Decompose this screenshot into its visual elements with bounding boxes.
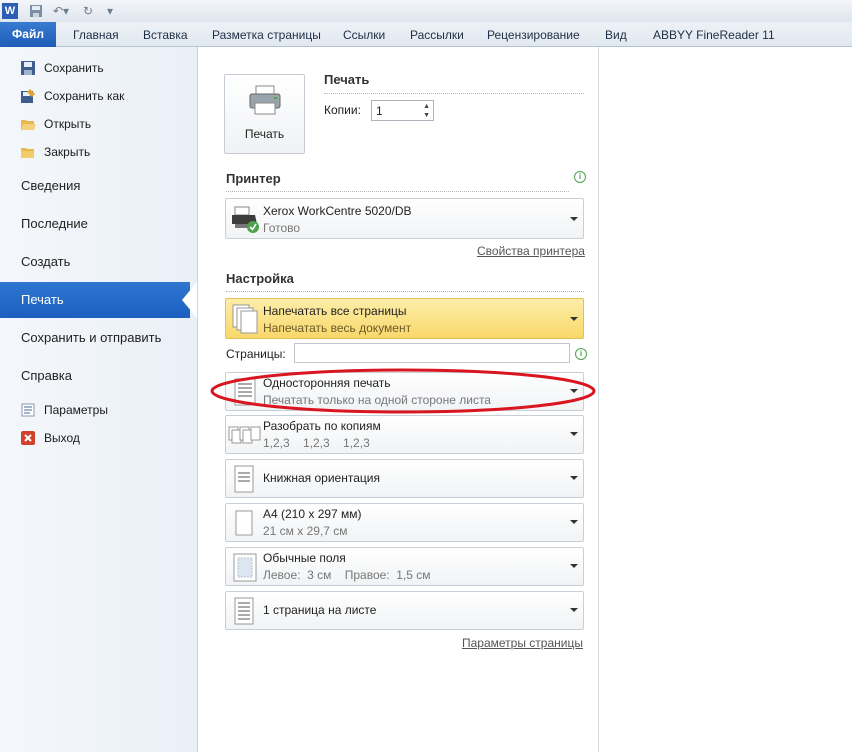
margins-icon <box>233 553 257 582</box>
pages-per-sheet-select[interactable]: 1 страница на листе <box>225 591 584 630</box>
margins-subtitle: Левое: 3 см Правое: 1,5 см <box>263 568 431 582</box>
copies-spinner[interactable]: ▲ ▼ <box>423 102 430 120</box>
collate-title: Разобрать по копиям <box>263 419 381 433</box>
nav-exit[interactable]: Выход <box>20 428 80 448</box>
margins-select[interactable]: Обычные поля Левое: 3 см Правое: 1,5 см <box>225 547 584 586</box>
pages-per-sheet-title: 1 страница на листе <box>263 603 377 617</box>
chevron-down-icon <box>570 564 578 568</box>
nav-print-label: Печать <box>21 292 64 307</box>
printer-icon <box>249 85 281 115</box>
portrait-icon <box>234 465 254 493</box>
tab-file[interactable]: Файл <box>0 22 56 47</box>
tab-page-layout[interactable]: Разметка страницы <box>212 22 321 46</box>
nav-open[interactable]: Открыть <box>20 114 91 134</box>
chevron-down-icon <box>570 217 578 221</box>
tab-review[interactable]: Рецензирование <box>487 22 580 46</box>
nav-options-label: Параметры <box>44 403 108 417</box>
chevron-down-icon <box>570 317 578 321</box>
title-bar: W ↶▾ ↻ ▾ <box>0 0 852 22</box>
info-icon[interactable]: i <box>575 348 587 360</box>
save-icon <box>20 60 36 76</box>
save-icon[interactable] <box>28 3 44 19</box>
backstage-nav: Сохранить Сохранить как Открыть Закрыть … <box>0 47 198 752</box>
orientation-select[interactable]: Книжная ориентация <box>225 459 584 498</box>
chevron-down-icon <box>570 432 578 436</box>
nav-save-as[interactable]: Сохранить как <box>20 86 124 106</box>
pages-icon <box>232 304 258 334</box>
nav-recent[interactable]: Последние <box>21 216 88 231</box>
margins-title: Обычные поля <box>263 551 346 565</box>
collate-select[interactable]: Разобрать по копиям 1,2,3 1,2,3 1,2,3 <box>225 415 584 454</box>
print-section-title: Печать <box>324 72 370 87</box>
collate-subtitle: 1,2,3 1,2,3 1,2,3 <box>263 436 370 450</box>
page-setup-link[interactable]: Параметры страницы <box>462 636 583 650</box>
orientation-title: Книжная ориентация <box>263 471 380 485</box>
tab-references[interactable]: Ссылки <box>343 22 385 46</box>
tab-insert[interactable]: Вставка <box>143 22 188 46</box>
print-button-label: Печать <box>244 127 285 141</box>
tab-abbyy[interactable]: ABBYY FineReader 11 <box>653 22 775 46</box>
paper-size-title: A4 (210 x 297 мм) <box>263 507 362 521</box>
nav-save-label: Сохранить <box>44 61 104 75</box>
printer-properties-link[interactable]: Свойства принтера <box>477 244 585 258</box>
pages-per-sheet-icon <box>234 597 254 625</box>
undo-icon[interactable]: ↶▾ <box>50 3 72 19</box>
tab-mailings[interactable]: Рассылки <box>410 22 464 46</box>
print-button[interactable]: Печать <box>224 74 305 154</box>
nav-new[interactable]: Создать <box>21 254 70 269</box>
print-range-subtitle: Напечатать весь документ <box>263 321 412 335</box>
close-folder-icon <box>20 144 36 160</box>
divider <box>226 191 569 192</box>
printer-section-title: Принтер <box>226 171 281 186</box>
options-icon <box>20 402 36 418</box>
nav-help[interactable]: Справка <box>21 368 72 383</box>
tab-view[interactable]: Вид <box>605 22 627 46</box>
nav-print-pointer <box>182 282 197 318</box>
print-preview-area <box>599 47 852 752</box>
paper-size-subtitle: 21 см x 29,7 см <box>263 524 348 538</box>
copies-input[interactable]: 1 ▲ ▼ <box>371 100 434 121</box>
nav-exit-label: Выход <box>44 431 80 445</box>
print-range-select[interactable]: Напечатать все страницы Напечатать весь … <box>225 298 584 339</box>
divider <box>226 291 584 292</box>
divider <box>324 93 584 94</box>
settings-section-title: Настройка <box>226 271 294 286</box>
highlight-circle <box>210 368 596 414</box>
nav-info[interactable]: Сведения <box>21 178 80 193</box>
ribbon-tabs: Файл Главная Вставка Разметка страницы С… <box>0 22 852 47</box>
collate-icon <box>228 426 261 444</box>
nav-save-send[interactable]: Сохранить и отправить <box>21 330 161 345</box>
print-range-title: Напечатать все страницы <box>263 304 407 318</box>
customize-icon[interactable]: ▾ <box>104 3 116 19</box>
open-folder-icon <box>20 116 36 132</box>
info-icon[interactable]: i <box>574 171 586 183</box>
nav-save[interactable]: Сохранить <box>20 58 104 78</box>
pages-label: Страницы: <box>226 347 286 361</box>
chevron-down-icon <box>570 520 578 524</box>
printer-name: Xerox WorkCentre 5020/DB <box>263 204 412 218</box>
pages-input[interactable] <box>294 343 570 363</box>
word-icon[interactable]: W <box>2 3 18 19</box>
paper-size-select[interactable]: A4 (210 x 297 мм) 21 см x 29,7 см <box>225 503 584 542</box>
paper-size-icon <box>235 510 253 536</box>
nav-close-label: Закрыть <box>44 145 91 159</box>
tab-home[interactable]: Главная <box>73 22 119 46</box>
exit-icon <box>20 430 36 446</box>
printer-select[interactable]: Xerox WorkCentre 5020/DB Готово <box>225 198 584 239</box>
printer-device-icon <box>232 206 259 233</box>
chevron-down-icon <box>570 608 578 612</box>
printer-status: Готово <box>263 221 301 235</box>
chevron-down-icon <box>570 476 578 480</box>
copies-value: 1 <box>376 104 383 118</box>
save-as-icon <box>20 88 36 104</box>
redo-icon[interactable]: ↻ <box>80 3 96 19</box>
copies-label: Копии: <box>324 103 361 117</box>
nav-close[interactable]: Закрыть <box>20 142 90 162</box>
nav-options[interactable]: Параметры <box>20 400 108 420</box>
nav-save-as-label: Сохранить как <box>44 89 125 103</box>
nav-open-label: Открыть <box>44 117 92 131</box>
